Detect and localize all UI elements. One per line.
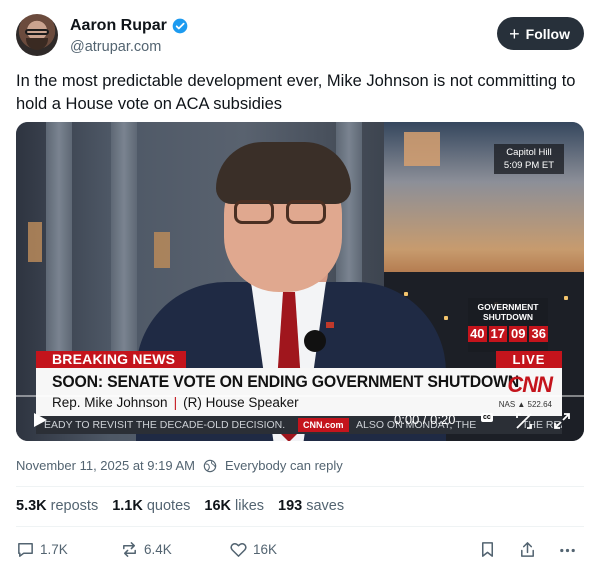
reply-icon — [18, 543, 33, 557]
captions-button[interactable]: cc — [481, 413, 493, 422]
reposts-count: 5.3K — [16, 498, 47, 514]
building-pillar — [111, 122, 137, 382]
post-meta: November 11, 2025 at 9:19 AM Everybody c… — [16, 458, 343, 473]
share-button[interactable] — [518, 540, 537, 559]
plus-icon: + — [509, 23, 520, 44]
counter-hours: 17 — [488, 326, 507, 342]
play-icon[interactable] — [32, 412, 48, 428]
shutdown-counter: 40 17 09 36 — [468, 326, 548, 342]
quotes-stat[interactable]: 1.1K quotes — [112, 498, 190, 514]
window-glow — [28, 222, 42, 262]
reply-setting: Everybody can reply — [224, 458, 343, 473]
share-icon — [521, 542, 534, 557]
chyron-headline: SOON: SENATE VOTE ON ENDING GOVERNMENT S… — [52, 372, 520, 391]
repost-count: 6.4K — [144, 542, 172, 557]
reply-count: 1.7K — [40, 542, 68, 557]
verified-icon — [172, 18, 188, 34]
counter-minutes: 09 — [509, 326, 528, 342]
location-box: Capitol Hill 5:09 PM ET — [494, 144, 564, 174]
likes-stat[interactable]: 16K likes — [204, 498, 264, 514]
post-text: In the most predictable development ever… — [16, 72, 576, 113]
video-progress-bar[interactable] — [16, 394, 584, 398]
like-button[interactable]: 16K — [229, 540, 277, 559]
divider — [16, 486, 584, 487]
breaking-news-banner: BREAKING NEWS — [36, 351, 186, 368]
ticker-site-badge: CNN.com — [298, 418, 349, 432]
saves-count: 193 — [278, 498, 303, 514]
engagement-stats: 5.3K reposts 1.1K quotes 16K likes 193 saves — [16, 498, 344, 514]
counter-seconds: 36 — [529, 326, 548, 342]
shutdown-title: GOVERNMENT SHUTDOWN — [468, 298, 548, 322]
reply-button[interactable]: 1.7K — [16, 540, 68, 559]
avatar[interactable] — [16, 14, 58, 56]
flag-pin — [326, 322, 334, 328]
ticker-text-left: EADY TO REVISIT THE DECADE-OLD DECISION. — [44, 419, 286, 431]
handle[interactable]: @atrupar.com — [70, 39, 161, 55]
quotes-label: quotes — [146, 498, 191, 514]
shutdown-title-line1: GOVERNMENT — [477, 302, 539, 312]
globe-icon — [203, 459, 217, 472]
hair — [216, 142, 351, 204]
reposts-label: reposts — [50, 498, 99, 514]
likes-count: 16K — [204, 498, 231, 514]
heart-icon — [230, 543, 247, 557]
repost-icon — [123, 542, 136, 557]
lapel-mic — [304, 330, 326, 352]
mute-icon[interactable] — [514, 411, 534, 431]
post-timestamp[interactable]: November 11, 2025 at 9:19 AM — [16, 458, 195, 473]
building-pillar — [46, 122, 72, 382]
repost-button[interactable]: 6.4K — [120, 540, 172, 559]
live-badge: LIVE — [496, 351, 562, 368]
bookmark-icon — [481, 542, 494, 557]
post-header: Aaron Rupar @atrupar.com + Follow — [16, 14, 584, 60]
divider — [16, 526, 584, 527]
saves-label: saves — [306, 498, 345, 514]
like-count: 16K — [253, 542, 278, 557]
display-name[interactable]: Aaron Rupar — [70, 17, 167, 35]
saves-stat[interactable]: 193 saves — [278, 498, 344, 514]
time-label: 5:09 PM ET — [503, 160, 555, 171]
glasses-lens — [286, 200, 326, 224]
name-row: Aaron Rupar — [70, 17, 188, 35]
bookmark-button[interactable] — [478, 540, 497, 559]
video-player[interactable]: Capitol Hill 5:09 PM ET GOVERNMENT SHUTD… — [16, 122, 584, 441]
counter-days: 40 — [468, 326, 487, 342]
action-bar: 1.7K 6.4K 16K — [16, 540, 584, 562]
avatar-beard — [26, 38, 48, 50]
shutdown-counter-box: GOVERNMENT SHUTDOWN 40 17 09 36 — [468, 298, 548, 352]
shutdown-title-line2: SHUTDOWN — [482, 312, 534, 322]
location-label: Capitol Hill — [506, 147, 552, 158]
quotes-count: 1.1K — [112, 498, 143, 514]
follow-label: Follow — [525, 25, 570, 42]
nasdaq-ticker: NAS ▲ 522.64 — [498, 400, 552, 409]
city-light — [564, 296, 568, 300]
video-timecode: 0:00 / 0:20 — [394, 412, 456, 427]
progress-track — [16, 395, 584, 397]
more-icon — [560, 548, 575, 553]
more-options-button[interactable] — [558, 540, 577, 559]
likes-label: likes — [235, 498, 265, 514]
avatar-glasses — [25, 29, 49, 35]
lower-third: SOON: SENATE VOTE ON ENDING GOVERNMENT S… — [36, 368, 562, 416]
fullscreen-icon[interactable] — [552, 411, 572, 431]
reposts-stat[interactable]: 5.3K reposts — [16, 498, 98, 514]
follow-button[interactable]: + Follow — [497, 17, 584, 50]
glasses-lens — [234, 200, 274, 224]
